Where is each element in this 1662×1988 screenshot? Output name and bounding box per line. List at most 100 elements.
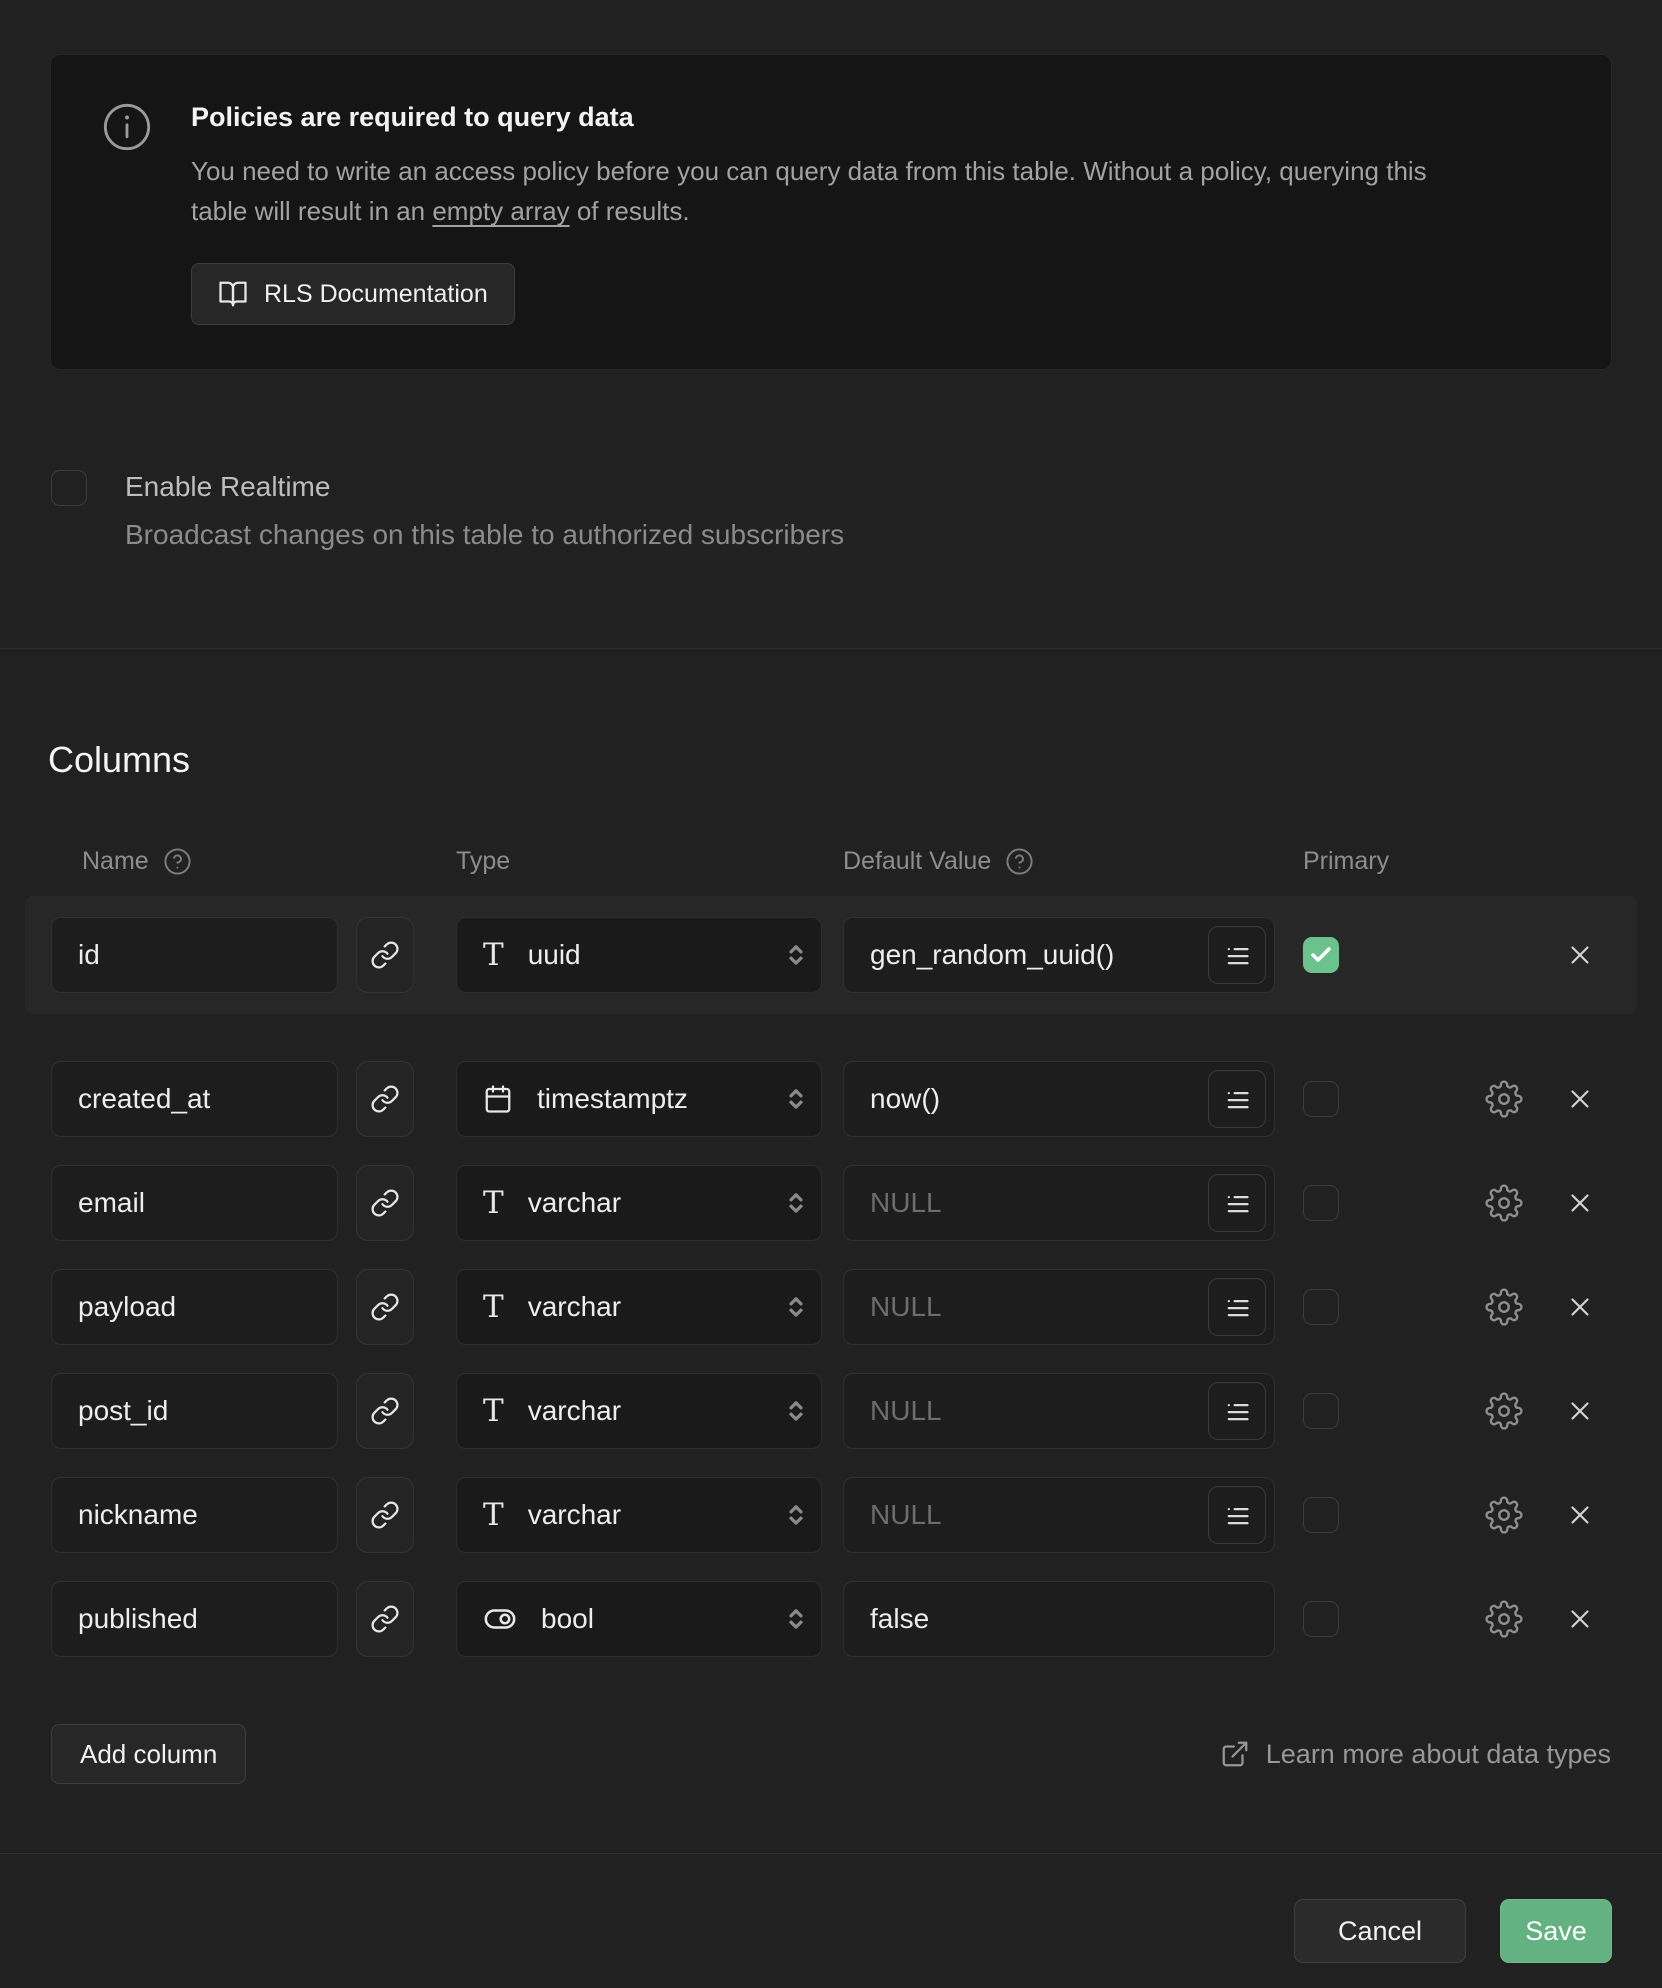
list-icon <box>1223 1397 1251 1425</box>
link-icon <box>370 1084 400 1114</box>
primary-checkbox[interactable] <box>1303 1601 1339 1637</box>
enable-realtime-checkbox[interactable] <box>51 470 87 506</box>
chevrons-up-down-icon <box>781 1396 811 1426</box>
column-name-input[interactable] <box>51 1061 338 1137</box>
close-icon <box>1565 1604 1595 1634</box>
column-type-select[interactable]: T varchar <box>456 1165 822 1241</box>
gear-icon <box>1485 1600 1523 1638</box>
column-settings-button[interactable] <box>1485 1184 1523 1222</box>
close-icon <box>1565 1396 1595 1426</box>
alert-body: You need to write an access policy befor… <box>191 151 1481 231</box>
remove-column-button[interactable] <box>1561 1496 1599 1534</box>
close-icon <box>1565 1500 1595 1530</box>
external-link-icon <box>1220 1739 1250 1769</box>
default-value-menu-button[interactable] <box>1208 926 1266 984</box>
help-icon[interactable] <box>163 847 192 876</box>
default-value-menu-button[interactable] <box>1208 1486 1266 1544</box>
cancel-button[interactable]: Cancel <box>1294 1899 1466 1963</box>
rls-documentation-label: RLS Documentation <box>264 280 488 309</box>
empty-array-link[interactable]: empty array <box>432 196 569 226</box>
foreign-key-button[interactable] <box>356 1477 414 1553</box>
remove-column-button[interactable] <box>1561 1184 1599 1222</box>
section-divider <box>0 648 1662 649</box>
remove-column-button[interactable] <box>1561 1288 1599 1326</box>
foreign-key-button[interactable] <box>356 1269 414 1345</box>
default-value-menu-button[interactable] <box>1208 1278 1266 1336</box>
foreign-key-button[interactable] <box>356 1581 414 1657</box>
foreign-key-button[interactable] <box>356 1373 414 1449</box>
help-icon[interactable] <box>1005 847 1034 876</box>
primary-checkbox[interactable] <box>1303 1497 1339 1533</box>
foreign-key-button[interactable] <box>356 1165 414 1241</box>
gear-icon <box>1485 1392 1523 1430</box>
add-column-button[interactable]: Add column <box>51 1724 246 1784</box>
default-value-input[interactable] <box>843 1581 1275 1657</box>
column-name-input[interactable] <box>51 917 338 993</box>
column-settings-button[interactable] <box>1485 1392 1523 1430</box>
default-value-field <box>843 1581 1275 1657</box>
column-settings-button[interactable] <box>1485 1600 1523 1638</box>
remove-column-button[interactable] <box>1561 936 1599 974</box>
default-value-menu-button[interactable] <box>1208 1070 1266 1128</box>
text-type-icon: T <box>483 1500 504 1531</box>
column-name-input[interactable] <box>51 1581 338 1657</box>
primary-checkbox[interactable] <box>1303 1289 1339 1325</box>
realtime-section: Enable Realtime Broadcast changes on thi… <box>51 470 1662 552</box>
remove-column-button[interactable] <box>1561 1600 1599 1638</box>
columns-header-row: Name Type Default Value Primary <box>51 847 1611 876</box>
column-settings-button[interactable] <box>1485 1288 1523 1326</box>
rls-documentation-button[interactable]: RLS Documentation <box>191 263 515 325</box>
text-type-icon: T <box>483 1396 504 1427</box>
column-type-select[interactable]: T uuid <box>456 917 822 993</box>
learn-more-link[interactable]: Learn more about data types <box>1220 1739 1611 1770</box>
remove-column-button[interactable] <box>1561 1392 1599 1430</box>
column-type-select[interactable]: T varchar <box>456 1373 822 1449</box>
column-type-select[interactable]: T varchar <box>456 1477 822 1553</box>
foreign-key-button[interactable] <box>356 917 414 993</box>
default-value-menu-button[interactable] <box>1208 1174 1266 1232</box>
save-button[interactable]: Save <box>1500 1899 1612 1963</box>
column-settings-button[interactable] <box>1485 1496 1523 1534</box>
column-type-value: varchar <box>528 1499 621 1531</box>
column-type-value: uuid <box>528 939 581 971</box>
primary-checkbox[interactable] <box>1303 1081 1339 1117</box>
gear-icon <box>1485 1496 1523 1534</box>
primary-checkbox[interactable] <box>1303 1185 1339 1221</box>
column-row-post-id: T varchar <box>51 1373 1611 1449</box>
link-icon <box>370 1604 400 1634</box>
link-icon <box>370 1292 400 1322</box>
primary-checkbox[interactable] <box>1303 937 1339 973</box>
foreign-key-button[interactable] <box>356 1061 414 1137</box>
list-icon <box>1223 1189 1251 1217</box>
remove-column-button[interactable] <box>1561 1080 1599 1118</box>
column-row-email: T varchar <box>51 1165 1611 1241</box>
close-icon <box>1565 1084 1595 1114</box>
link-icon <box>370 940 400 970</box>
chevrons-up-down-icon <box>781 940 811 970</box>
column-name-input[interactable] <box>51 1373 338 1449</box>
column-name-input[interactable] <box>51 1477 338 1553</box>
alert-body-text: You need to write an access policy befor… <box>191 156 1427 226</box>
footer-divider <box>0 1853 1662 1854</box>
column-type-select[interactable]: bool <box>456 1581 822 1657</box>
close-icon <box>1565 1188 1595 1218</box>
alert-body-text-end: of results. <box>570 196 690 226</box>
default-value-menu-button[interactable] <box>1208 1382 1266 1440</box>
column-settings-button[interactable] <box>1485 1080 1523 1118</box>
alert-title: Policies are required to query data <box>191 99 1481 135</box>
link-icon <box>370 1396 400 1426</box>
rls-alert: Policies are required to query data You … <box>50 54 1612 370</box>
column-type-value: timestamptz <box>537 1083 688 1115</box>
primary-checkbox[interactable] <box>1303 1393 1339 1429</box>
chevrons-up-down-icon <box>781 1188 811 1218</box>
column-name-input[interactable] <box>51 1165 338 1241</box>
column-row-published: bool <box>51 1581 1611 1657</box>
column-name-input[interactable] <box>51 1269 338 1345</box>
dialog-footer: Cancel Save <box>0 1899 1612 1963</box>
toggle-icon <box>483 1602 517 1636</box>
list-icon <box>1223 1293 1251 1321</box>
chevrons-up-down-icon <box>781 1500 811 1530</box>
column-type-value: varchar <box>528 1187 621 1219</box>
column-type-select[interactable]: T varchar <box>456 1269 822 1345</box>
column-type-select[interactable]: timestamptz <box>456 1061 822 1137</box>
